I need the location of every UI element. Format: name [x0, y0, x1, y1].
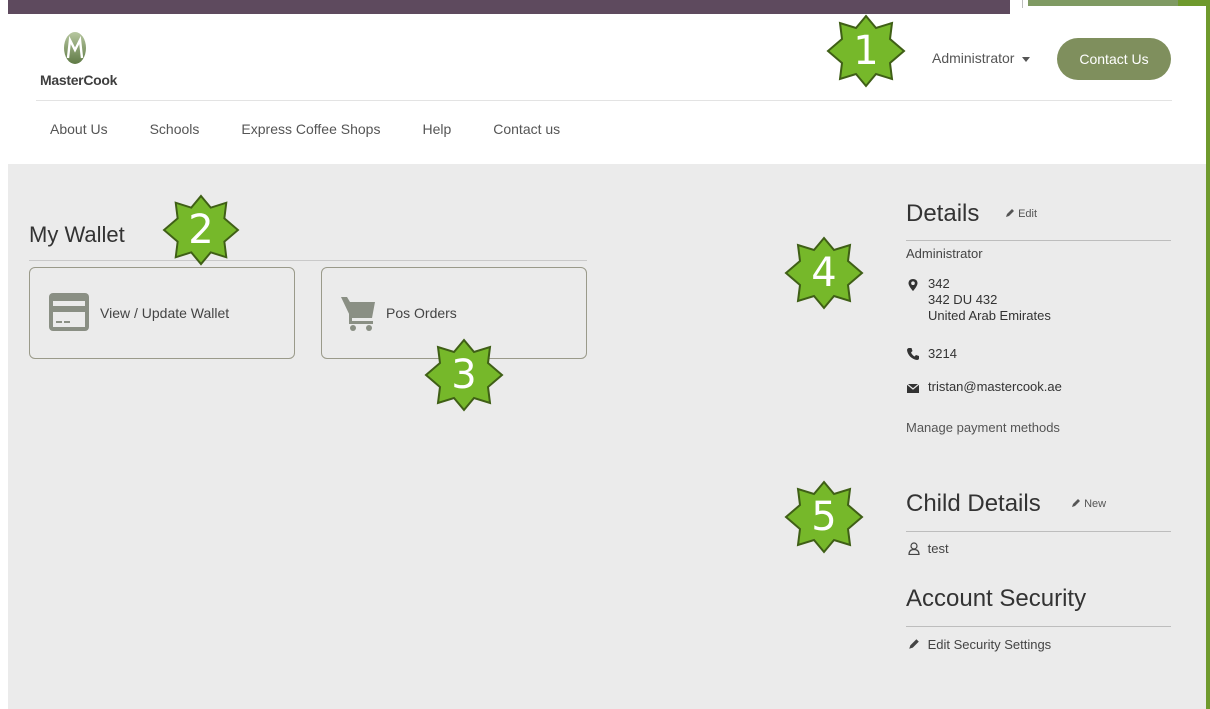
annotation-number: 1 — [853, 28, 879, 74]
child-name: test — [927, 541, 949, 556]
child-details-title: Child Details — [906, 490, 1041, 517]
logo-mark-icon — [64, 32, 86, 64]
pencil-icon — [1006, 209, 1014, 217]
manage-payment-methods-link[interactable]: Manage payment methods — [906, 420, 1060, 435]
credit-card-icon — [49, 293, 89, 331]
contact-us-button[interactable]: Contact Us — [1057, 38, 1171, 80]
nav-item-express-coffee-shops[interactable]: Express Coffee Shops — [241, 121, 380, 137]
pos-orders-label: Pos Orders — [386, 305, 457, 321]
envelope-icon — [906, 383, 920, 393]
details-phone: 3214 — [928, 346, 957, 361]
view-update-wallet-card[interactable]: View / Update Wallet — [29, 267, 295, 359]
account-security-title: Account Security — [906, 585, 1087, 612]
annotation-number: 4 — [811, 250, 837, 296]
nav-item-contact-us[interactable]: Contact us — [493, 121, 560, 137]
child-new-link[interactable]: New — [1071, 498, 1106, 510]
details-title: Details — [906, 200, 980, 227]
nav-item-schools[interactable]: Schools — [150, 121, 200, 137]
address-line-2: 342 DU 432 — [928, 292, 998, 307]
annotation-badge-1: 1 — [826, 14, 906, 88]
map-marker-icon — [908, 279, 918, 291]
administrator-dropdown[interactable]: Administrator — [932, 50, 1031, 66]
annotation-number: 5 — [811, 494, 837, 540]
wallet-title: My Wallet — [29, 222, 125, 247]
wallet-divider — [29, 260, 587, 261]
annotation-badge-3: 3 — [424, 338, 504, 412]
annotation-badge-2: 2 — [160, 194, 242, 266]
details-address: 342 342 DU 432 United Arab Emirates — [928, 276, 1051, 324]
details-divider — [906, 240, 1171, 241]
view-update-wallet-label: View / Update Wallet — [100, 305, 230, 321]
child-list-item[interactable]: test — [908, 541, 949, 556]
details-edit-link[interactable]: Edit — [1005, 208, 1037, 220]
annotation-number: 3 — [451, 352, 477, 398]
annotation-number: 2 — [188, 207, 214, 253]
main-nav: About Us Schools Express Coffee Shops He… — [50, 121, 602, 137]
logo-text: MasterCook — [40, 72, 118, 88]
nav-item-about-us[interactable]: About Us — [50, 121, 108, 137]
child-new-label: New — [1084, 498, 1107, 510]
caret-down-icon — [1022, 56, 1031, 62]
details-edit-label: Edit — [1018, 208, 1038, 220]
annotation-badge-4: 4 — [784, 236, 864, 310]
header-divider — [36, 100, 1172, 101]
top-accent-bar — [8, 0, 1010, 14]
user-icon — [908, 542, 920, 556]
right-green-rail — [1206, 0, 1210, 709]
annotation-badge-5: 5 — [784, 480, 864, 554]
site-header: MasterCook Administrator Contact Us Abou… — [8, 14, 1206, 164]
shopping-cart-icon — [341, 297, 375, 331]
child-details-divider — [906, 531, 1171, 532]
details-email: tristan@mastercook.ae — [928, 379, 1062, 394]
pencil-icon — [1072, 499, 1080, 507]
administrator-label: Administrator — [932, 50, 1015, 66]
edit-security-settings-link[interactable]: Edit Security Settings — [908, 637, 1051, 652]
details-name: Administrator — [906, 246, 983, 261]
pencil-icon — [909, 639, 919, 649]
phone-icon — [907, 348, 919, 360]
address-line-3: United Arab Emirates — [928, 308, 1051, 323]
nav-item-help[interactable]: Help — [422, 121, 451, 137]
top-divider-line — [1022, 0, 1023, 8]
top-green-tab — [1028, 0, 1178, 6]
edit-security-settings-label: Edit Security Settings — [927, 637, 1052, 652]
account-security-divider — [906, 626, 1171, 627]
mastercook-logo[interactable]: MasterCook — [40, 30, 117, 90]
address-line-1: 342 — [928, 276, 950, 291]
